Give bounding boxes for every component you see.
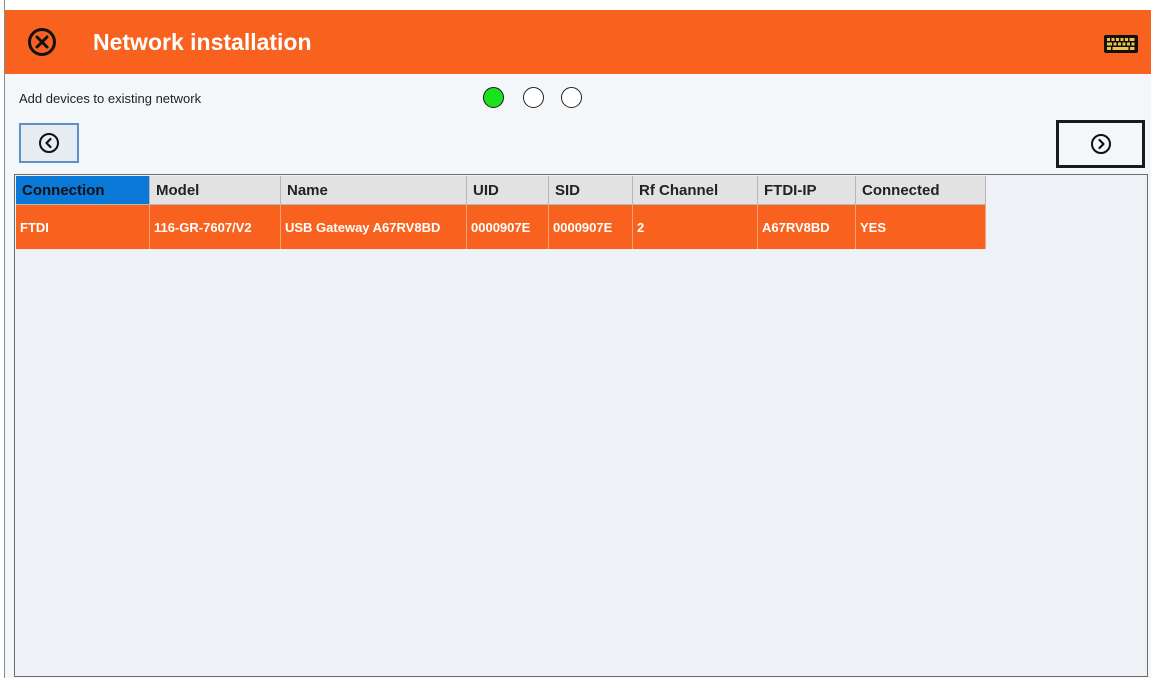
keyboard-icon <box>1104 35 1138 53</box>
title-bar: Network installation <box>5 10 1151 74</box>
cell-rf-channel[interactable]: 2 <box>632 204 758 249</box>
close-circle-icon <box>28 28 56 56</box>
cell-ftdi-ip[interactable]: A67RV8BD <box>757 204 856 249</box>
column-header-uid[interactable]: UID <box>466 176 549 205</box>
window-top-edge <box>5 0 1151 10</box>
devices-grid: Connection Model Name UID SID Rf Channel… <box>14 174 1148 677</box>
column-header-name[interactable]: Name <box>280 176 467 205</box>
next-button[interactable] <box>1056 120 1145 168</box>
table-header-row: Connection Model Name UID SID Rf Channel… <box>16 176 986 205</box>
column-header-ftdi-ip[interactable]: FTDI-IP <box>757 176 856 205</box>
devices-table: Connection Model Name UID SID Rf Channel… <box>16 176 986 249</box>
cell-connection[interactable]: FTDI <box>16 204 150 249</box>
wizard-step-label: Add devices to existing network <box>19 91 202 106</box>
close-button[interactable] <box>27 27 57 57</box>
table-row[interactable]: FTDI 116-GR-7607/V2 USB Gateway A67RV8BD… <box>16 204 986 249</box>
column-header-rf-channel[interactable]: Rf Channel <box>632 176 758 205</box>
column-header-connection[interactable]: Connection <box>16 176 150 205</box>
chevron-left-circle-icon <box>39 133 59 153</box>
column-header-connected[interactable]: Connected <box>855 176 986 205</box>
keyboard-button[interactable] <box>1103 34 1139 54</box>
back-button[interactable] <box>19 123 79 163</box>
chevron-right-circle-icon <box>1090 134 1111 154</box>
network-installation-window: Network installation Add devices to exis… <box>4 0 1151 678</box>
cell-uid[interactable]: 0000907E <box>466 204 549 249</box>
cell-model[interactable]: 116-GR-7607/V2 <box>149 204 281 249</box>
cell-connected[interactable]: YES <box>855 204 986 249</box>
window-title: Network installation <box>93 29 312 55</box>
cell-sid[interactable]: 0000907E <box>548 204 633 249</box>
column-header-model[interactable]: Model <box>149 176 281 205</box>
step-dot-2 <box>523 87 544 108</box>
step-dot-1 <box>483 87 504 108</box>
step-dot-3 <box>561 87 582 108</box>
cell-name[interactable]: USB Gateway A67RV8BD <box>280 204 467 249</box>
column-header-sid[interactable]: SID <box>548 176 633 205</box>
